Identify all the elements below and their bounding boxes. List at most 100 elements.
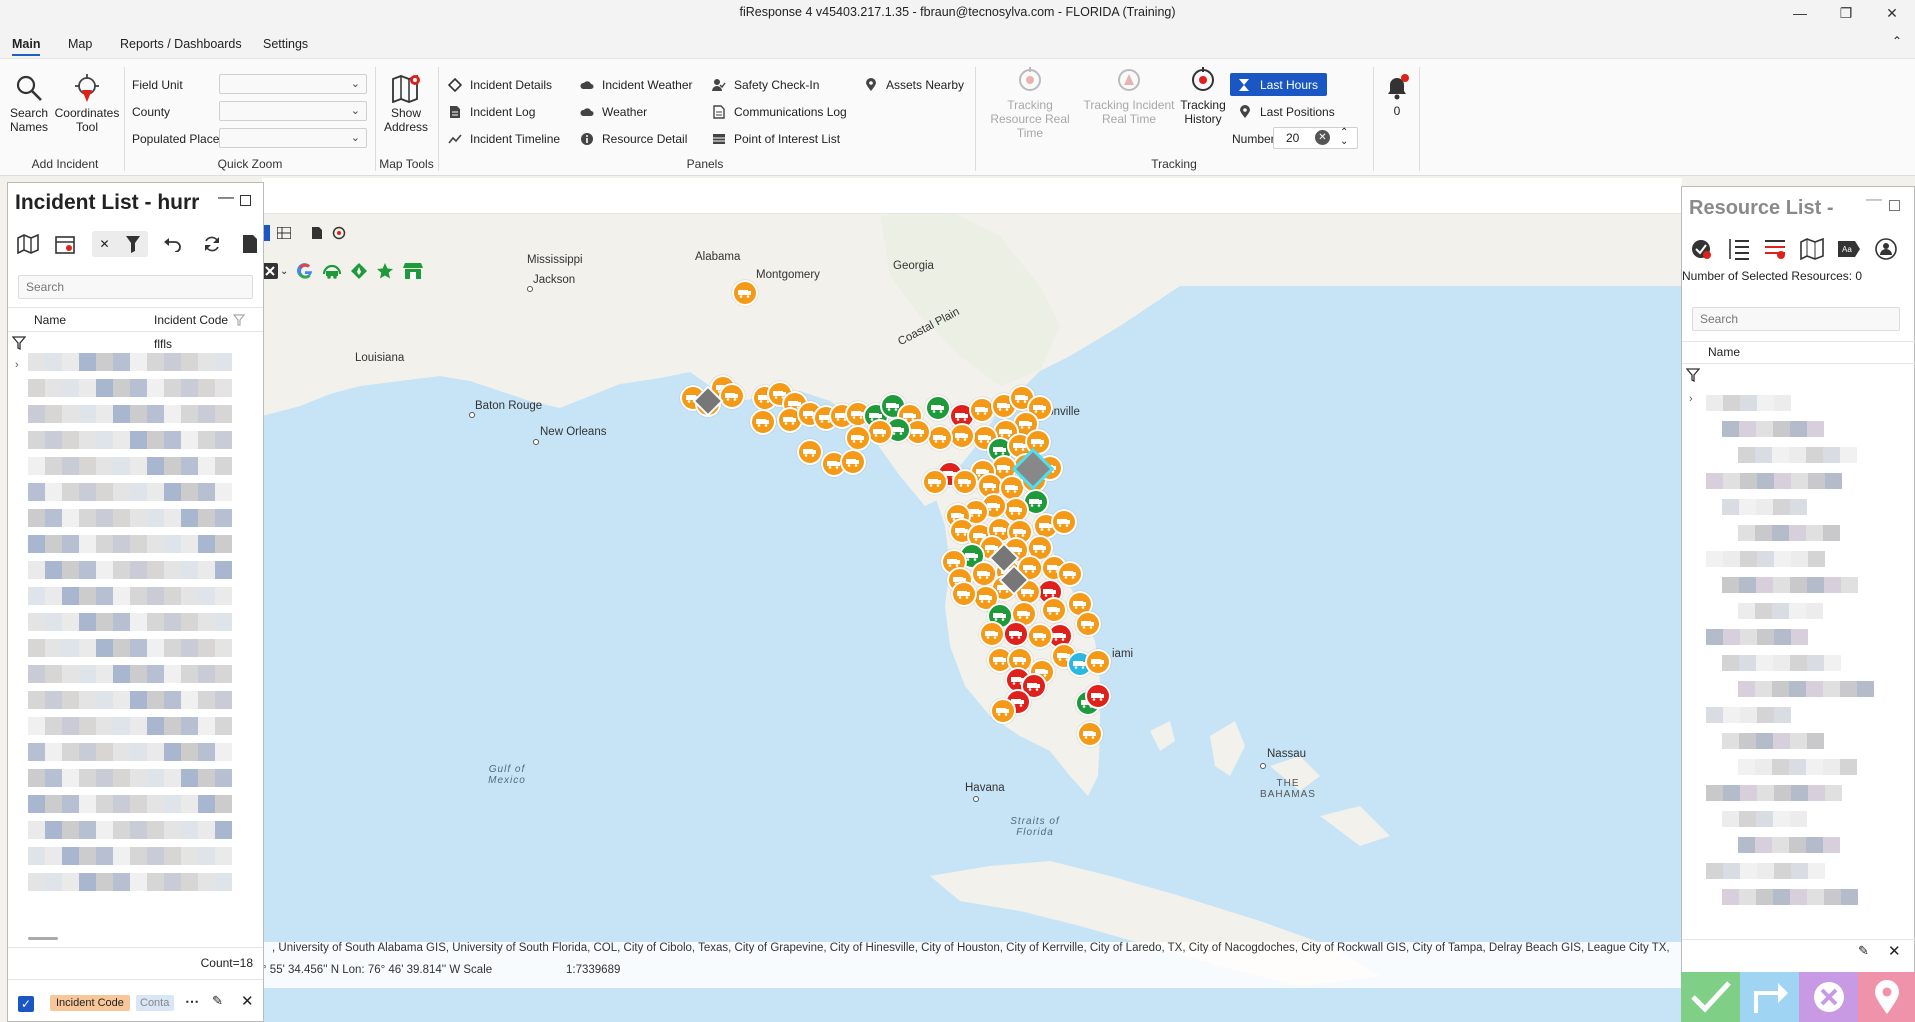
collapse-ribbon-icon[interactable]: ⌃ [1892,34,1902,48]
locate-action-button[interactable] [1858,972,1915,1022]
notifications-button[interactable]: 0 [1380,73,1414,118]
incident-log-button[interactable]: Incident Log [448,105,535,119]
table-row[interactable] [28,561,263,579]
incident-marker[interactable] [1027,623,1053,649]
incident-marker[interactable] [1051,509,1077,535]
chevron-down-icon[interactable]: ⌄ [1340,136,1348,147]
table-row[interactable] [1706,629,1808,647]
select-check-icon[interactable] [1690,238,1712,260]
tab-main[interactable]: Main [12,37,41,56]
table-row[interactable] [28,457,263,475]
chevron-right-icon[interactable]: › [1689,393,1693,405]
search-names-button[interactable]: Search Names [8,73,50,134]
incident-marker[interactable] [750,409,776,435]
column-filter-icon[interactable] [233,314,245,326]
map-view[interactable]: Mississippi Alabama Georgia Louisiana Co… [0,176,1915,1022]
table-row[interactable] [1722,421,1824,439]
table-row[interactable] [28,847,263,865]
populated-place-select[interactable]: ⌄ [219,128,367,148]
minimize-panel-icon[interactable]: — [1866,191,1882,209]
incident-marker[interactable] [732,280,758,306]
tab-reports-dashboards[interactable]: Reports / Dashboards [120,37,242,51]
tab-settings[interactable]: Settings [263,37,308,51]
table-row[interactable] [1706,473,1842,491]
sort-chip-incident-code[interactable]: Incident Code [50,995,130,1011]
table-row[interactable] [1738,681,1874,699]
table-row[interactable] [28,743,263,761]
field-unit-select[interactable]: ⌄ [219,74,367,94]
remove-list-icon[interactable] [1763,238,1787,260]
incident-search-input[interactable]: Search [18,275,253,299]
incident-marker[interactable] [979,621,1005,647]
undo-button[interactable] [158,231,186,257]
point-of-interest-list-button[interactable]: Point of Interest List [712,132,840,146]
star-icon[interactable] [376,262,394,280]
minimize-button[interactable]: — [1777,0,1823,26]
table-row[interactable] [28,665,263,683]
minimize-panel-icon[interactable]: — [218,189,234,207]
incident-marker[interactable] [1041,597,1067,623]
table-row[interactable] [1722,811,1807,829]
table-row[interactable] [28,821,263,839]
forward-action-button[interactable] [1740,972,1799,1022]
incident-details-button[interactable]: Incident Details [448,78,552,92]
table-row[interactable] [1722,655,1841,673]
tracking-history-button[interactable]: Tracking History [1178,65,1228,126]
table-row[interactable] [1706,551,1825,569]
clear-icon[interactable]: ✕ [1315,130,1330,145]
assets-nearby-button[interactable]: Assets Nearby [864,78,964,92]
confirm-action-button[interactable] [1681,972,1740,1022]
close-window-button[interactable]: ✕ [1869,0,1915,26]
select-all-checkbox[interactable]: ✓ [18,996,34,1012]
incident-marker[interactable] [1003,621,1029,647]
export-button[interactable] [236,231,264,257]
table-row[interactable] [28,769,263,787]
grid-view-icon[interactable] [277,227,291,239]
table-row[interactable] [1722,577,1858,595]
tag-label-icon[interactable]: Aa [1837,238,1861,260]
table-row[interactable] [28,613,263,631]
table-row[interactable] [1738,603,1823,621]
edit-icon[interactable]: ✎ [1858,943,1869,959]
incident-marker[interactable] [1075,611,1101,637]
edit-icon[interactable]: ✎ [212,993,223,1009]
incident-weather-button[interactable]: Incident Weather [580,78,693,92]
fire-diamond-icon[interactable] [350,262,368,280]
county-select[interactable]: ⌄ [219,101,367,121]
row-filter-icon[interactable] [12,336,26,350]
person-target-icon[interactable] [1874,238,1898,260]
resource-detail-button[interactable]: Resource Detail [580,132,687,146]
incident-timeline-button[interactable]: Incident Timeline [448,132,560,146]
map-view-button[interactable] [14,231,42,257]
table-row[interactable] [28,587,263,605]
cancel-action-button[interactable] [1799,972,1858,1022]
safety-check-in-button[interactable]: Safety Check-In [712,78,819,92]
table-row[interactable] [1706,785,1842,803]
target-icon[interactable] [332,226,346,240]
tracking-resource-real-time-button[interactable]: Tracking Resource Real Time [980,65,1080,140]
close-icon[interactable]: ✕ [241,992,254,1010]
incident-marker[interactable] [951,581,977,607]
row-filter-icon[interactable] [1686,368,1700,382]
table-row[interactable] [28,353,263,371]
incident-marker[interactable] [925,395,951,421]
table-row[interactable] [28,509,263,527]
horizontal-scrollbar[interactable] [28,937,58,940]
incident-marker[interactable] [1085,649,1111,675]
chevron-right-icon[interactable]: › [15,359,19,371]
close-icon[interactable]: ✕ [1888,942,1901,960]
table-row[interactable] [1722,499,1807,517]
column-header-name[interactable]: Name [34,313,66,327]
map-icon[interactable] [1800,238,1824,260]
table-row[interactable] [28,431,263,449]
table-row[interactable] [28,535,263,553]
document-icon[interactable] [311,226,323,240]
table-row[interactable] [1722,733,1824,751]
show-address-button[interactable]: Show Address [381,73,431,134]
column-header-incident-code[interactable]: Incident Code [154,313,228,327]
table-row[interactable] [28,873,263,891]
table-row[interactable] [1738,837,1840,855]
last-positions-toggle[interactable]: Last Positions [1238,105,1335,119]
table-row[interactable] [28,639,263,657]
sort-list-icon[interactable] [1726,238,1750,260]
